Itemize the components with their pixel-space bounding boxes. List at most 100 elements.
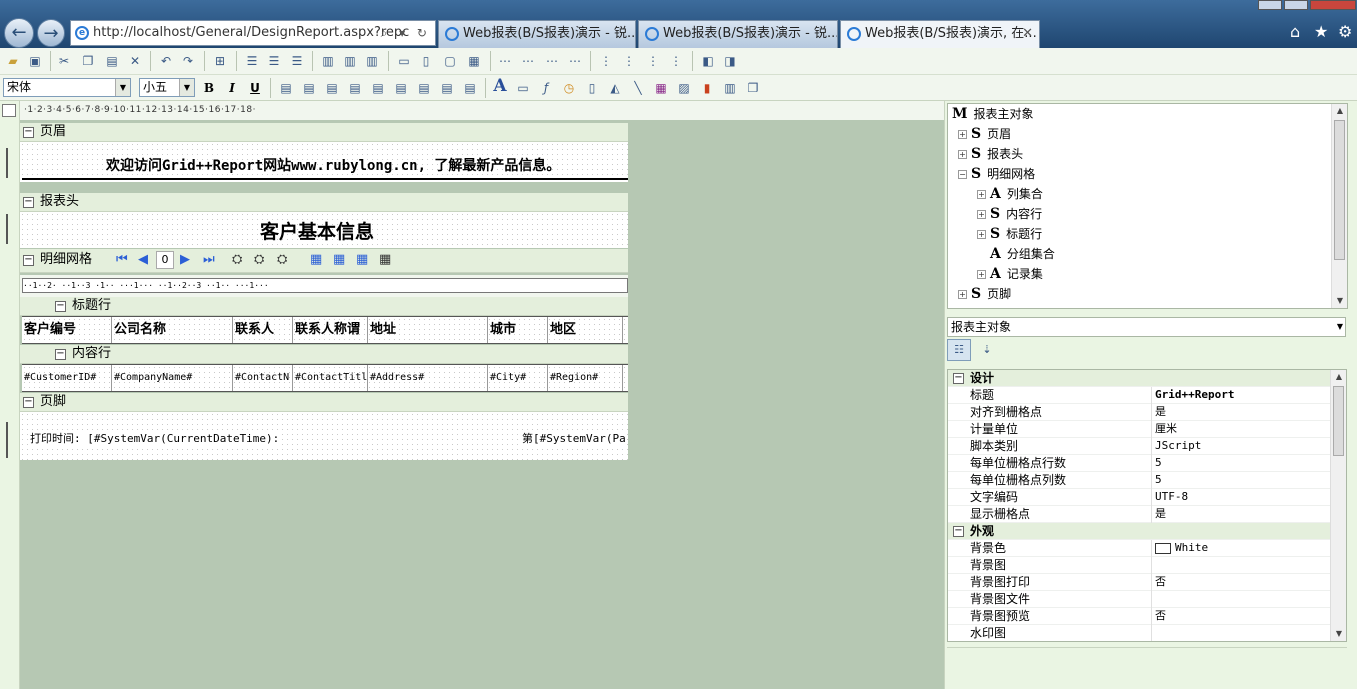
property-value[interactable]: 5 [1151, 455, 1162, 472]
content-row[interactable]: #CustomerID# #CompanyName# #ContactN #Co… [22, 364, 628, 392]
align-center-icon[interactable]: ☰ [266, 53, 282, 69]
property-row[interactable]: 背景图文件 [948, 591, 1332, 608]
vspace-inc-icon[interactable]: ⋮ [621, 53, 637, 69]
alphabetical-sort-icon[interactable]: ⇣ [975, 339, 999, 361]
cut-icon[interactable]: ✂ [56, 53, 72, 69]
welcome-text[interactable]: 欢迎访问Grid++Report网站www.rubylong.cn, 了解最新产… [106, 155, 560, 175]
paste-icon[interactable]: ▤ [104, 53, 120, 69]
chevron-down-icon[interactable]: ▼ [1337, 318, 1343, 336]
property-row[interactable]: 每单位栅格点列数 5 [948, 472, 1332, 489]
chevron-down-icon[interactable]: ▼ [179, 79, 194, 96]
field-cell[interactable]: #CustomerID# [22, 365, 112, 391]
grid-size-icon[interactable]: ▦ [466, 53, 482, 69]
shape-box-icon[interactable]: ◭ [607, 80, 623, 96]
field-cell[interactable]: #Region# [548, 365, 623, 391]
forward-button[interactable]: → [37, 19, 65, 47]
column-header[interactable]: 地区 [548, 317, 623, 343]
grid-tool-1-icon[interactable]: ⛭ [232, 249, 242, 271]
field-cell[interactable]: #ContactN [233, 365, 293, 391]
column-header[interactable]: 联系人 [233, 317, 293, 343]
property-row[interactable]: 计量单位 厘米 [948, 421, 1332, 438]
band-body-report-header[interactable]: 客户基本信息 [6, 212, 628, 248]
text-align-4-icon[interactable]: ▤ [347, 80, 363, 96]
property-row[interactable]: 对齐到栅格点 是 [948, 404, 1332, 421]
text-align-1-icon[interactable]: ▤ [278, 80, 294, 96]
text-align-2-icon[interactable]: ▤ [301, 80, 317, 96]
object-tree[interactable]: M 报表主对象 + S 页眉 + S 报表头 − S 明细网格 + A 列集合 + S 内容行 + S 标… [947, 103, 1348, 309]
chart-icon[interactable]: ▮ [699, 80, 715, 96]
save-icon[interactable]: ▣ [27, 53, 43, 69]
text-align-7-icon[interactable]: ▤ [416, 80, 432, 96]
property-value[interactable]: Grid++Report [1151, 387, 1234, 404]
column-header[interactable]: 地址 [368, 317, 488, 343]
back-button[interactable]: ← [4, 18, 34, 48]
bold-button[interactable]: B [201, 80, 217, 96]
expand-icon[interactable]: + [958, 290, 967, 299]
home-icon[interactable]: ⌂ [1290, 22, 1300, 41]
picture-box-icon[interactable]: ▨ [676, 80, 692, 96]
grid-layout-2-icon[interactable]: ▦ [333, 249, 345, 271]
grid-tool-2-icon[interactable]: ⛭ [254, 249, 264, 271]
band-header-content-row[interactable]: − 内容行 [20, 345, 628, 364]
close-window-icon[interactable] [1310, 0, 1356, 10]
grid-layout-4-icon[interactable]: ▦ [379, 249, 391, 271]
font-name-select[interactable]: 宋体 ▼ [3, 78, 131, 97]
copy-icon[interactable]: ❐ [80, 53, 96, 69]
property-value[interactable] [1151, 625, 1155, 641]
select-all-icon[interactable]: ⊞ [212, 53, 228, 69]
title-row[interactable]: 客户编号 公司名称 联系人 联系人称谓 地址 城市 地区 [22, 316, 628, 344]
same-width-icon[interactable]: ▭ [396, 53, 412, 69]
property-scrollbar[interactable]: ▲ ▼ [1330, 370, 1346, 641]
grid-layout-3-icon[interactable]: ▦ [356, 249, 368, 271]
align-right-icon[interactable]: ☰ [289, 53, 305, 69]
column-header[interactable]: 联系人称谓 [293, 317, 368, 343]
text-align-5-icon[interactable]: ▤ [370, 80, 386, 96]
line-icon[interactable]: ╲ [630, 80, 646, 96]
band-body-page-header[interactable]: 欢迎访问Grid++Report网站www.rubylong.cn, 了解最新产… [6, 142, 628, 182]
property-value[interactable]: 是 [1151, 506, 1166, 523]
print-time-text[interactable]: 打印时间: [#SystemVar(CurrentDateTime): [30, 430, 280, 446]
close-tab-icon[interactable]: ✕ [1022, 21, 1033, 47]
column-header[interactable]: 客户编号 [22, 317, 112, 343]
browser-tab-3[interactable]: Web报表(B/S报表)演示, 在... ✕ [840, 20, 1040, 48]
property-row[interactable]: 每单位栅格点行数 5 [948, 455, 1332, 472]
same-size-icon[interactable]: ▢ [442, 53, 458, 69]
tree-node-page-header[interactable]: + S 页眉 [958, 124, 1011, 144]
text-align-9-icon[interactable]: ▤ [462, 80, 478, 96]
subreport-icon[interactable]: ❐ [745, 80, 761, 96]
hspace-remove-icon[interactable]: ⋯ [567, 53, 583, 69]
favorites-icon[interactable]: ★ [1314, 22, 1328, 41]
scroll-up-icon[interactable]: ▲ [1332, 104, 1348, 118]
property-row[interactable]: 文字编码 UTF-8 [948, 489, 1332, 506]
collapse-icon[interactable]: − [55, 349, 66, 360]
collapse-icon[interactable]: − [23, 255, 34, 266]
tree-node-title-row[interactable]: + S 标题行 [977, 224, 1042, 244]
property-row[interactable]: 脚本类别 JScript [948, 438, 1332, 455]
next-page-icon[interactable]: ▶ [180, 249, 190, 271]
hspace-equal-icon[interactable]: ⋯ [497, 53, 513, 69]
category-appearance[interactable]: − 外观 [948, 523, 1332, 540]
same-height-icon[interactable]: ▯ [418, 53, 434, 69]
scroll-down-icon[interactable]: ▼ [1332, 294, 1348, 308]
chevron-down-icon[interactable]: ▼ [115, 79, 130, 96]
tree-node-report-header[interactable]: + S 报表头 [958, 144, 1023, 164]
system-var-icon[interactable]: ◷ [561, 80, 577, 96]
grid-tool-3-icon[interactable]: ⛭ [277, 249, 287, 271]
band-header-page-header[interactable]: − 页眉 [20, 123, 628, 142]
tree-node-root[interactable]: M 报表主对象 [952, 104, 1034, 124]
tree-node-recordset[interactable]: + A 记录集 [977, 264, 1043, 284]
settings-gear-icon[interactable]: ⚙ [1338, 22, 1352, 41]
expand-icon[interactable]: + [977, 210, 986, 219]
memo-box-icon[interactable]: ▯ [584, 80, 600, 96]
category-design[interactable]: − 设计 [948, 370, 1332, 387]
property-value[interactable]: 是 [1151, 404, 1166, 421]
object-selector[interactable]: 报表主对象 ▼ [947, 317, 1346, 337]
rich-text-icon[interactable]: ▦ [653, 80, 669, 96]
property-value[interactable]: UTF-8 [1151, 489, 1188, 506]
restore-icon[interactable] [1284, 0, 1308, 10]
prev-page-icon[interactable]: ◀ [138, 249, 148, 271]
text-align-6-icon[interactable]: ▤ [393, 80, 409, 96]
undo-icon[interactable]: ↶ [158, 53, 174, 69]
first-page-icon[interactable]: ⏮ [116, 249, 128, 271]
collapse-icon[interactable]: − [55, 301, 66, 312]
